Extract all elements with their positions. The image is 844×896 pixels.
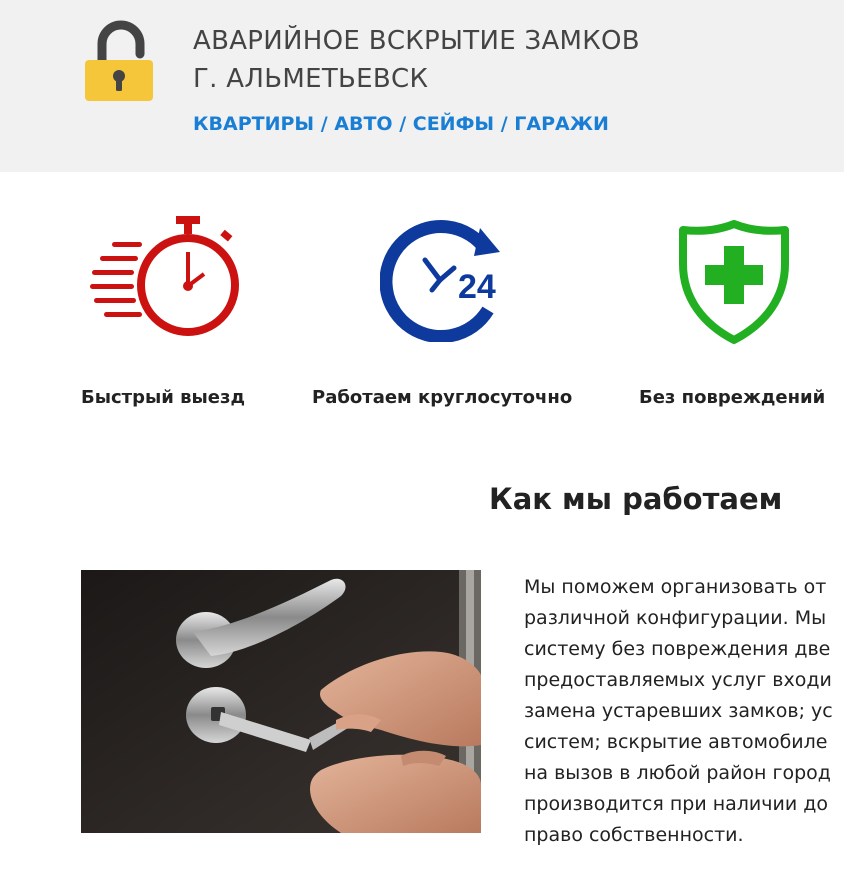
text-line: систему без повреждения две bbox=[524, 638, 831, 660]
door-lock-photo bbox=[81, 570, 481, 833]
text-line: на вызов в любой район город bbox=[524, 762, 831, 784]
feature-label-24h: Работаем круглосуточно bbox=[312, 387, 573, 408]
door-lock-illustration bbox=[81, 570, 481, 833]
text-line: Мы поможем организовать от bbox=[524, 576, 827, 598]
site-title-line1: АВАРИЙНОЕ ВСКРЫТИЕ ЗАМКОВ bbox=[193, 26, 640, 56]
clock-24-icon: 24 bbox=[380, 220, 500, 342]
text-line: предоставляемых услуг входи bbox=[524, 669, 832, 691]
padlock-open-icon bbox=[85, 20, 153, 101]
site-title-line2: Г. АЛЬМЕТЬЕВСК bbox=[193, 64, 429, 94]
how-we-work-text: Мы поможем организовать от различной кон… bbox=[524, 572, 844, 851]
text-line: систем; вскрытие автомобиле bbox=[524, 731, 828, 753]
text-line: право собственности. bbox=[524, 824, 744, 846]
site-header: АВАРИЙНОЕ ВСКРЫТИЕ ЗАМКОВ Г. АЛЬМЕТЬЕВСК… bbox=[0, 0, 844, 172]
services-links[interactable]: КВАРТИРЫ / АВТО / СЕЙФЫ / ГАРАЖИ bbox=[193, 113, 609, 135]
text-line: производится при наличии до bbox=[524, 793, 828, 815]
text-line: замена устаревших замков; ус bbox=[524, 700, 833, 722]
section-title: Как мы работаем bbox=[489, 482, 783, 516]
feature-label-no-damage: Без повреждений bbox=[639, 387, 826, 408]
feature-label-fast: Быстрый выезд bbox=[81, 387, 246, 408]
stopwatch-icon bbox=[90, 216, 239, 336]
svg-text:24: 24 bbox=[458, 268, 496, 306]
shield-plus-icon bbox=[679, 220, 789, 344]
text-line: различной конфигурации. Мы bbox=[524, 607, 827, 629]
